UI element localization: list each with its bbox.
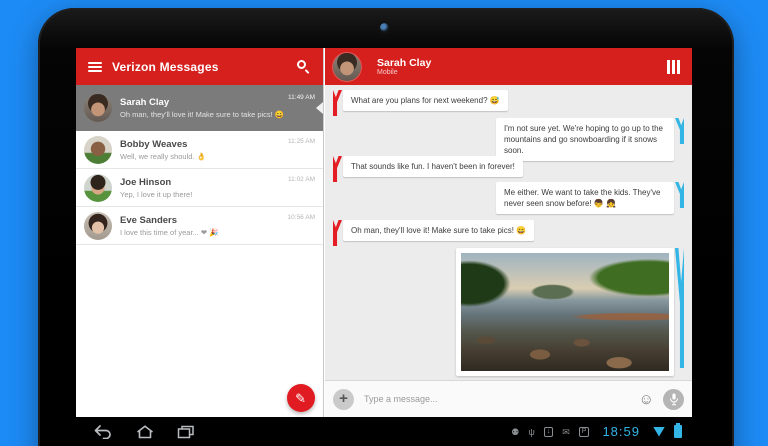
message-bubble: Me either. We want to take the kids. The… (496, 182, 674, 214)
message-input[interactable]: Type a message... (364, 394, 639, 404)
pencil-icon: ✎ (293, 393, 309, 404)
android-system-bar: ⚉ ψ ↓ ✉ P 18:59 (76, 417, 692, 446)
front-camera (380, 23, 389, 32)
chat-header: Sarah Clay Mobile (325, 48, 692, 85)
contact-name: Sarah Clay (120, 97, 288, 108)
incoming-message: Oh man, they'll love it! Make sure to ta… (333, 220, 534, 246)
attach-button[interactable]: + (333, 389, 354, 410)
verizon-check-tail-icon (333, 220, 342, 246)
avatar (84, 94, 112, 122)
chat-contact-name: Sarah Clay (377, 57, 431, 69)
verizon-check-tail-icon (675, 248, 684, 368)
voice-button[interactable] (663, 389, 684, 410)
message-bubble: I'm not sure yet. We're hoping to go up … (496, 118, 674, 161)
message-preview: Well, we really should. 👌 (120, 152, 288, 161)
message-input-bar: + Type a message... ☺ (325, 380, 692, 417)
verizon-check-tail-icon (333, 156, 342, 182)
clock[interactable]: 18:59 (602, 424, 640, 439)
conversation-row-sarah[interactable]: Sarah Clay Oh man, they'll love it! Make… (76, 85, 323, 131)
back-button[interactable] (92, 425, 114, 439)
timestamp: 11:49 AM (288, 94, 315, 101)
timestamp: 10:56 AM (288, 214, 315, 221)
verizon-check-tail-icon (675, 118, 684, 144)
usb-icon[interactable]: ψ (528, 427, 534, 437)
p-notification-icon[interactable]: P (579, 427, 590, 437)
message-thread: What are you plans for next weekend? 😅 I… (325, 85, 692, 380)
recents-button[interactable] (176, 425, 196, 439)
avatar (84, 136, 112, 164)
contact-name: Joe Hinson (120, 177, 288, 188)
lake-landscape-photo (461, 253, 669, 371)
message-preview: Oh man, they'll love it! Make sure to ta… (120, 110, 288, 119)
app-header: Verizon Messages (76, 48, 323, 85)
battery-icon[interactable] (674, 425, 682, 438)
compose-button[interactable]: ✎ (287, 384, 315, 412)
menu-icon[interactable] (88, 62, 102, 72)
conversation-list-panel: Verizon Messages Sarah Clay Oh man, they… (76, 48, 324, 417)
avatar (84, 174, 112, 202)
contact-avatar[interactable] (333, 53, 361, 81)
incoming-message: What are you plans for next weekend? 😅 (333, 90, 508, 116)
conversation-row-eve[interactable]: Eve Sanders I love this time of year... … (76, 207, 323, 245)
incoming-message: That sounds like fun. I haven't been in … (333, 156, 523, 182)
panel-menu-icon[interactable] (667, 60, 680, 74)
verizon-check-tail-icon (333, 90, 342, 116)
wifi-icon[interactable] (653, 427, 665, 437)
avatar (84, 212, 112, 240)
tablet-screen: Verizon Messages Sarah Clay Oh man, they… (76, 48, 692, 446)
timestamp: 11:02 AM (288, 176, 315, 183)
conversation-row-joe[interactable]: Joe Hinson Yep, I love it up there! 11:0… (76, 169, 323, 207)
emoji-button[interactable]: ☺ (639, 391, 654, 408)
mail-notification-icon[interactable]: ✉ (562, 427, 570, 437)
outgoing-photo-message[interactable] (456, 248, 684, 376)
contact-name: Bobby Weaves (120, 139, 288, 150)
chat-contact-type: Mobile (377, 69, 431, 76)
conversation-row-bobby[interactable]: Bobby Weaves Well, we really should. 👌 1… (76, 131, 323, 169)
android-robot-icon[interactable]: ⚉ (511, 427, 519, 437)
chat-panel: Sarah Clay Mobile What are you plans for… (325, 48, 692, 417)
tablet-device: Verizon Messages Sarah Clay Oh man, they… (38, 8, 734, 446)
outgoing-message: I'm not sure yet. We're hoping to go up … (496, 118, 684, 161)
conversation-list: Sarah Clay Oh man, they'll love it! Make… (76, 85, 323, 245)
app-title: Verizon Messages (112, 60, 219, 74)
verizon-check-tail-icon (675, 182, 684, 208)
microphone-icon (669, 393, 679, 406)
search-icon[interactable] (297, 60, 311, 74)
photo-bubble (456, 248, 674, 376)
home-button[interactable] (135, 425, 155, 439)
message-bubble: What are you plans for next weekend? 😅 (343, 90, 508, 111)
message-bubble: Oh man, they'll love it! Make sure to ta… (343, 220, 534, 241)
outgoing-message: Me either. We want to take the kids. The… (496, 182, 684, 214)
contact-name: Eve Sanders (120, 215, 288, 226)
timestamp: 11:25 AM (288, 138, 315, 145)
message-preview: I love this time of year... ❤ 🎉 (120, 228, 288, 237)
message-bubble: That sounds like fun. I haven't been in … (343, 156, 523, 177)
message-preview: Yep, I love it up there! (120, 190, 288, 199)
download-notification-icon[interactable]: ↓ (544, 427, 554, 437)
